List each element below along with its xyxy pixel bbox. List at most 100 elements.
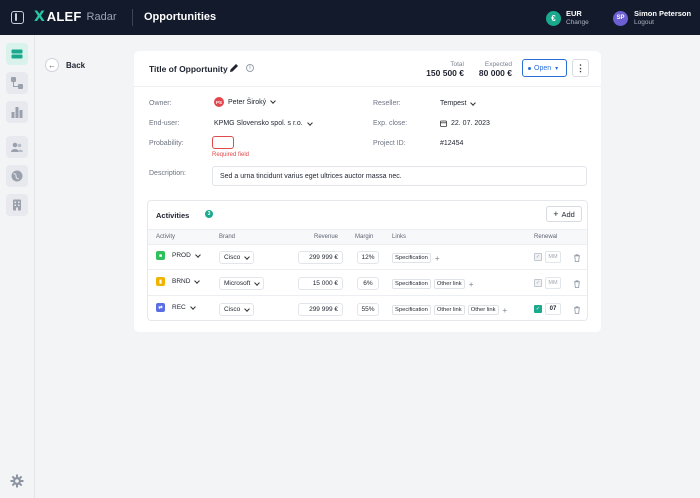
chevron-down-icon — [470, 99, 477, 106]
building-icon — [13, 199, 21, 211]
currency-change-link[interactable]: Change — [566, 18, 589, 27]
revenue-input[interactable]: 15 000 € — [298, 277, 343, 290]
bar-chart-icon — [11, 107, 23, 118]
brand-select[interactable]: Cisco — [219, 303, 255, 316]
renewal-cell: ✓ MM — [534, 251, 561, 263]
links-cell: Specification Other link + — [392, 279, 473, 289]
renewal-month-input[interactable]: 07 — [545, 303, 561, 315]
activity-type: BRND — [172, 278, 191, 285]
renewal-month-input[interactable]: MM — [545, 251, 561, 263]
renewal-month-input[interactable]: MM — [545, 277, 561, 289]
link-chip[interactable]: Other link — [467, 305, 499, 315]
currency-switcher[interactable]: € EUR Change — [546, 9, 589, 27]
back-button[interactable]: ← Back — [45, 58, 85, 72]
status-label: Open — [534, 64, 552, 72]
product-icon: ■ — [156, 251, 165, 260]
expclose-label: Exp. close: — [373, 120, 408, 127]
margin-input[interactable]: 55% — [357, 303, 379, 316]
description-field[interactable]: Sed a urna tincidunt varius eget ultrice… — [212, 166, 587, 186]
recurring-icon: ⇄ — [156, 303, 165, 312]
arrow-left-icon: ← — [45, 58, 59, 72]
status-dropdown[interactable]: Open ▾ — [522, 59, 567, 77]
owner-select[interactable]: PS Peter Široký — [214, 97, 276, 107]
settings-gear-icon[interactable] — [10, 474, 24, 488]
add-label: Add — [561, 209, 575, 219]
brand-select[interactable]: Cisco — [219, 251, 255, 264]
activities-table-header: Activity Brand Revenue Margin Links Rene… — [148, 229, 587, 245]
more-options-button[interactable]: ⋮ — [572, 59, 589, 77]
probability-error: Required field — [212, 152, 250, 158]
revenue-input[interactable]: 299 999 € — [298, 251, 343, 264]
chevron-down-icon — [254, 279, 261, 286]
logo[interactable]: X ALEF Radar — [34, 9, 117, 25]
link-chip[interactable]: Specification — [392, 305, 431, 315]
sidebar-item-contacts[interactable] — [6, 136, 28, 158]
sidebar-toggle-icon[interactable] — [11, 11, 24, 24]
table-row: ▮ BRND Microsoft 15 000 € 6% Specificati… — [148, 271, 587, 296]
expclose-datepicker[interactable]: 22. 07. 2023 — [440, 120, 490, 127]
trash-icon[interactable] — [573, 254, 581, 262]
logo-product: Radar — [86, 11, 117, 23]
activity-type: REC — [172, 304, 186, 311]
activity-type-select[interactable]: ■ PROD — [156, 251, 201, 260]
col-activity: Activity — [156, 234, 176, 240]
expected-summary: Expected 80 000 € — [472, 60, 512, 78]
avatar: SP — [613, 10, 628, 26]
reseller-label: Reseller: — [373, 100, 401, 107]
sidebar-item-hierarchy[interactable] — [6, 72, 28, 94]
revenue-input[interactable]: 299 999 € — [298, 303, 343, 316]
links-cell: Specification + — [392, 253, 440, 263]
renewal-checkbox[interactable]: ✓ — [534, 279, 542, 287]
sidebar-item-opportunities[interactable] — [6, 43, 28, 65]
activity-type-select[interactable]: ▮ BRND — [156, 277, 201, 286]
logo-mark: X — [34, 9, 45, 25]
plus-icon: + — [553, 209, 559, 219]
link-chip[interactable]: Other link — [433, 305, 465, 315]
edit-pencil-icon[interactable] — [229, 63, 239, 73]
logout-link[interactable]: Logout — [634, 18, 691, 27]
header-divider — [132, 9, 133, 26]
calendar-icon — [440, 120, 447, 127]
table-row: ⇄ REC Cisco 299 999 € 55% Specification … — [148, 297, 587, 322]
sidebar-item-companies[interactable] — [6, 194, 28, 216]
sidebar-item-globe[interactable] — [6, 165, 28, 187]
activities-count-badge: 3 — [205, 210, 213, 218]
chevron-down-icon — [244, 253, 251, 260]
probability-input[interactable] — [212, 136, 234, 149]
user-menu[interactable]: SP Simon Peterson Logout — [613, 9, 691, 27]
trash-icon[interactable] — [573, 280, 581, 288]
brand-select[interactable]: Microsoft — [219, 277, 265, 290]
reseller-select[interactable]: Tempest — [440, 99, 477, 107]
add-activity-button[interactable]: + Add — [546, 206, 582, 222]
activity-type: PROD — [172, 252, 191, 259]
chevron-down-icon — [189, 303, 196, 310]
add-link-icon[interactable]: + — [503, 306, 508, 315]
reseller-value: Tempest — [440, 100, 467, 107]
add-link-icon[interactable]: + — [469, 280, 474, 289]
margin-input[interactable]: 12% — [357, 251, 379, 264]
link-chip[interactable]: Specification — [392, 253, 431, 263]
renewal-checkbox[interactable]: ✓ — [534, 305, 542, 313]
logo-name: ALEF — [46, 9, 82, 24]
opportunity-card: Title of Opportunity i Total 150 500 € E… — [134, 51, 601, 332]
back-label: Back — [66, 60, 86, 70]
owner-value: Peter Široký — [228, 98, 267, 106]
col-margin: Margin — [355, 234, 374, 240]
page-title: Opportunities — [144, 11, 217, 23]
info-icon[interactable]: i — [246, 64, 254, 72]
link-chip[interactable]: Other link — [433, 279, 465, 289]
renewal-checkbox[interactable]: ✓ — [534, 253, 542, 261]
add-link-icon[interactable]: + — [435, 254, 440, 263]
chevron-down-icon — [194, 277, 201, 284]
enduser-select[interactable]: KPMG Slovensko spol. s r.o. — [214, 119, 313, 127]
users-icon — [11, 142, 23, 152]
link-chip[interactable]: Specification — [392, 279, 431, 289]
activity-type-select[interactable]: ⇄ REC — [156, 303, 196, 312]
chevron-down-icon — [194, 251, 201, 258]
brand-value: Microsoft — [224, 280, 251, 287]
owner-avatar: PS — [214, 97, 224, 107]
enduser-label: End-user: — [149, 120, 180, 127]
sidebar-item-reports[interactable] — [6, 101, 28, 123]
margin-input[interactable]: 6% — [357, 277, 379, 290]
trash-icon[interactable] — [573, 306, 581, 314]
